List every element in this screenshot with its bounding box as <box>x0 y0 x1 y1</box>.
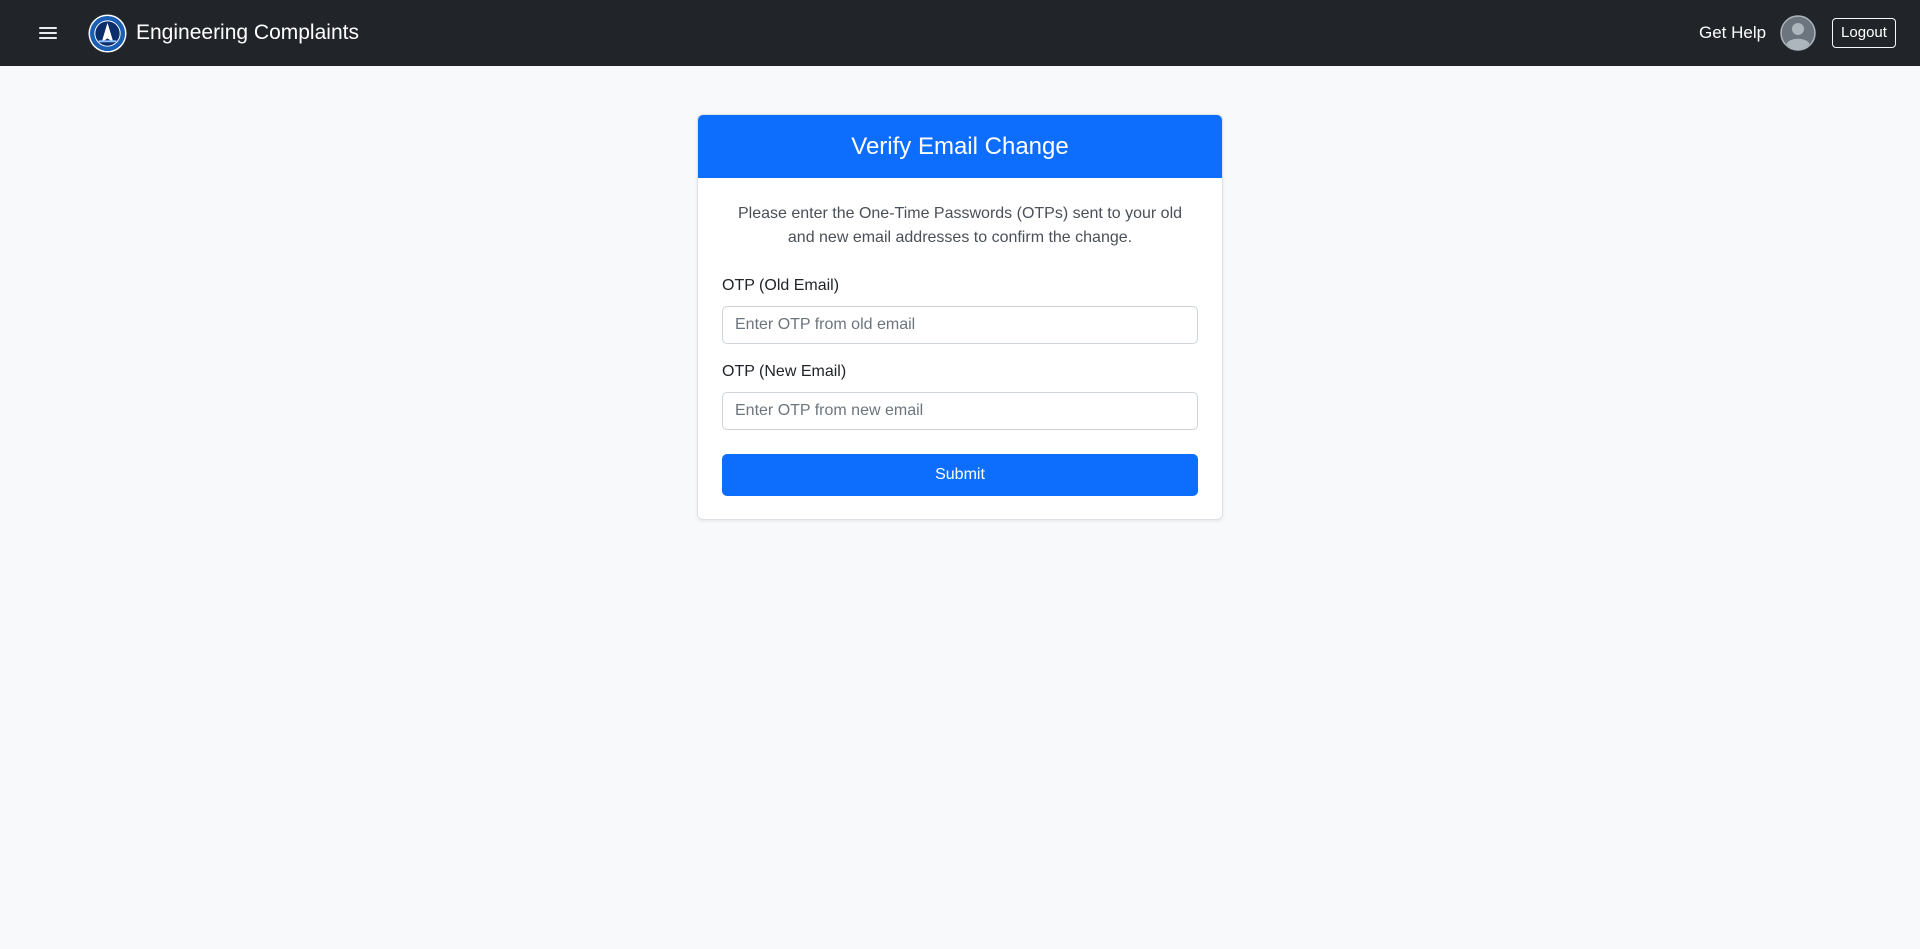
card-body: Please enter the One-Time Passwords (OTP… <box>698 202 1222 496</box>
logout-button[interactable]: Logout <box>1832 18 1896 48</box>
card-description: Please enter the One-Time Passwords (OTP… <box>737 205 1183 246</box>
new-email-otp-label: OTP (New Email) <box>722 363 847 380</box>
get-help-link[interactable]: Get Help <box>1699 22 1766 44</box>
user-avatar-icon[interactable] <box>1780 15 1816 51</box>
card-title: Verify Email Change <box>851 132 1069 160</box>
hamburger-menu-icon[interactable] <box>37 24 59 42</box>
top-navbar: Engineering Complaints Get Help Logout <box>0 0 1920 66</box>
old-email-otp-input[interactable] <box>722 306 1198 344</box>
new-email-otp-input[interactable] <box>722 392 1198 430</box>
verify-email-card: Verify Email Change Please enter the One… <box>697 114 1223 520</box>
card-header: Verify Email Change <box>698 115 1222 178</box>
old-email-otp-label: OTP (Old Email) <box>722 277 840 294</box>
institution-logo[interactable] <box>88 14 127 53</box>
brand-title[interactable]: Engineering Complaints <box>136 20 359 46</box>
submit-button[interactable]: Submit <box>722 454 1198 496</box>
